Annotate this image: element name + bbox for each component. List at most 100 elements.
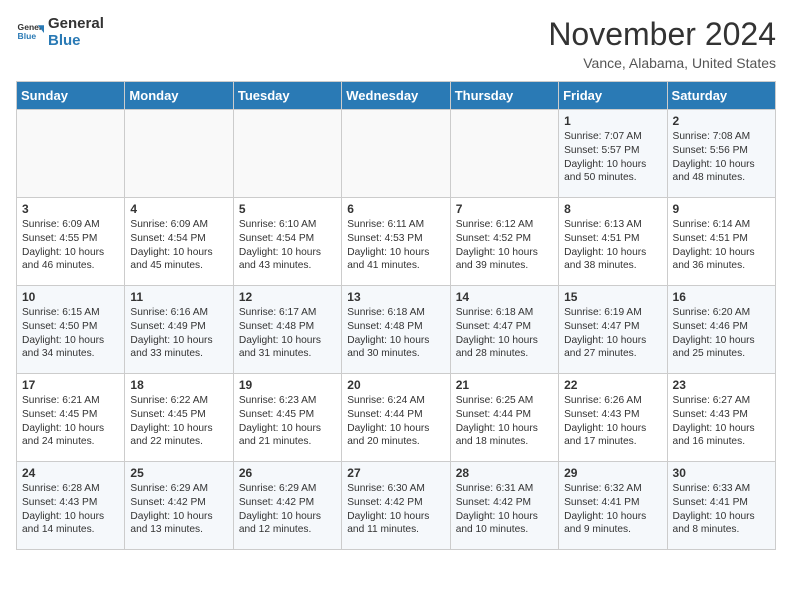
day-number: 16 — [673, 290, 770, 304]
calendar-cell: 14Sunrise: 6:18 AM Sunset: 4:47 PM Dayli… — [450, 286, 558, 374]
calendar-cell — [450, 110, 558, 198]
day-number: 23 — [673, 378, 770, 392]
day-number: 28 — [456, 466, 553, 480]
day-content: Sunrise: 6:29 AM Sunset: 4:42 PM Dayligh… — [239, 482, 336, 537]
day-content: Sunrise: 6:23 AM Sunset: 4:45 PM Dayligh… — [239, 394, 336, 449]
day-content: Sunrise: 6:09 AM Sunset: 4:55 PM Dayligh… — [22, 218, 119, 273]
logo-text: General Blue — [48, 16, 104, 49]
day-content: Sunrise: 6:17 AM Sunset: 4:48 PM Dayligh… — [239, 306, 336, 361]
day-number: 21 — [456, 378, 553, 392]
day-content: Sunrise: 6:20 AM Sunset: 4:46 PM Dayligh… — [673, 306, 770, 361]
calendar-cell: 1 Sunrise: 7:07 AM Sunset: 5:57 PM Daylig… — [559, 110, 667, 198]
day-number: 2 — [673, 114, 770, 128]
day-content: Sunrise: 6:32 AM Sunset: 4:41 PM Dayligh… — [564, 482, 661, 537]
logo-icon: General Blue — [16, 19, 44, 47]
day-number: 25 — [130, 466, 227, 480]
calendar-cell: 9 Sunrise: 6:14 AM Sunset: 4:51 PM Daylig… — [667, 198, 775, 286]
calendar-cell — [233, 110, 341, 198]
calendar-week-row: 1 Sunrise: 7:07 AM Sunset: 5:57 PM Daylig… — [17, 110, 776, 198]
calendar-cell: 25 Sunrise: 6:29 AM Sunset: 4:42 PM Dayli… — [125, 462, 233, 550]
day-number: 4 — [130, 202, 227, 216]
day-content: Sunrise: 6:14 AM Sunset: 4:51 PM Dayligh… — [673, 218, 770, 273]
calendar-cell: 26 Sunrise: 6:29 AM Sunset: 4:42 PM Dayli… — [233, 462, 341, 550]
day-number: 9 — [673, 202, 770, 216]
calendar-cell: 10Sunrise: 6:15 AM Sunset: 4:50 PM Dayli… — [17, 286, 125, 374]
day-number: 13 — [347, 290, 444, 304]
day-content: Sunrise: 6:12 AM Sunset: 4:52 PM Dayligh… — [456, 218, 553, 273]
day-number: 1 — [564, 114, 661, 128]
day-number: 12 — [239, 290, 336, 304]
day-number: 20 — [347, 378, 444, 392]
day-content: Sunrise: 6:24 AM Sunset: 4:44 PM Dayligh… — [347, 394, 444, 449]
calendar-cell: 6 Sunrise: 6:11 AM Sunset: 4:53 PM Daylig… — [342, 198, 450, 286]
day-number: 5 — [239, 202, 336, 216]
day-content: Sunrise: 6:18 AM Sunset: 4:47 PM Dayligh… — [456, 306, 553, 361]
calendar-cell: 2 Sunrise: 7:08 AM Sunset: 5:56 PM Daylig… — [667, 110, 775, 198]
calendar-cell — [17, 110, 125, 198]
calendar-cell: 11 Sunrise: 6:16 AM Sunset: 4:49 PM Dayli… — [125, 286, 233, 374]
day-content: Sunrise: 6:31 AM Sunset: 4:42 PM Dayligh… — [456, 482, 553, 537]
day-content: Sunrise: 6:15 AM Sunset: 4:50 PM Dayligh… — [22, 306, 119, 361]
calendar-week-row: 3 Sunrise: 6:09 AM Sunset: 4:55 PM Daylig… — [17, 198, 776, 286]
day-number: 29 — [564, 466, 661, 480]
day-number: 15 — [564, 290, 661, 304]
day-number: 26 — [239, 466, 336, 480]
calendar-cell: 7 Sunrise: 6:12 AM Sunset: 4:52 PM Daylig… — [450, 198, 558, 286]
calendar-cell: 23 Sunrise: 6:27 AM Sunset: 4:43 PM Dayli… — [667, 374, 775, 462]
calendar-cell: 8 Sunrise: 6:13 AM Sunset: 4:51 PM Daylig… — [559, 198, 667, 286]
svg-text:Blue: Blue — [18, 31, 37, 41]
weekday-header-monday: Monday — [125, 82, 233, 110]
day-content: Sunrise: 6:16 AM Sunset: 4:49 PM Dayligh… — [130, 306, 227, 361]
logo-line1: General — [48, 16, 104, 33]
day-number: 24 — [22, 466, 119, 480]
calendar-cell: 15 Sunrise: 6:19 AM Sunset: 4:47 PM Dayli… — [559, 286, 667, 374]
weekday-header-sunday: Sunday — [17, 82, 125, 110]
day-content: Sunrise: 6:27 AM Sunset: 4:43 PM Dayligh… — [673, 394, 770, 449]
day-content: Sunrise: 6:13 AM Sunset: 4:51 PM Dayligh… — [564, 218, 661, 273]
day-content: Sunrise: 6:29 AM Sunset: 4:42 PM Dayligh… — [130, 482, 227, 537]
calendar-week-row: 24 Sunrise: 6:28 AM Sunset: 4:43 PM Dayli… — [17, 462, 776, 550]
day-content: Sunrise: 6:26 AM Sunset: 4:43 PM Dayligh… — [564, 394, 661, 449]
calendar-cell: 3 Sunrise: 6:09 AM Sunset: 4:55 PM Daylig… — [17, 198, 125, 286]
day-content: Sunrise: 6:21 AM Sunset: 4:45 PM Dayligh… — [22, 394, 119, 449]
day-number: 11 — [130, 290, 227, 304]
location: Vance, Alabama, United States — [548, 55, 776, 71]
day-number: 18 — [130, 378, 227, 392]
day-number: 30 — [673, 466, 770, 480]
calendar-cell: 12 Sunrise: 6:17 AM Sunset: 4:48 PM Dayli… — [233, 286, 341, 374]
calendar-cell: 29 Sunrise: 6:32 AM Sunset: 4:41 PM Dayli… — [559, 462, 667, 550]
day-content: Sunrise: 6:33 AM Sunset: 4:41 PM Dayligh… — [673, 482, 770, 537]
weekday-header-tuesday: Tuesday — [233, 82, 341, 110]
day-content: Sunrise: 6:28 AM Sunset: 4:43 PM Dayligh… — [22, 482, 119, 537]
day-number: 27 — [347, 466, 444, 480]
weekday-header-friday: Friday — [559, 82, 667, 110]
day-number: 8 — [564, 202, 661, 216]
page-header: General Blue General Blue November 2024 … — [16, 16, 776, 71]
month-title: November 2024 — [548, 16, 776, 53]
day-content: Sunrise: 6:09 AM Sunset: 4:54 PM Dayligh… — [130, 218, 227, 273]
day-number: 7 — [456, 202, 553, 216]
day-content: Sunrise: 6:18 AM Sunset: 4:48 PM Dayligh… — [347, 306, 444, 361]
day-content: Sunrise: 7:08 AM Sunset: 5:56 PM Dayligh… — [673, 130, 770, 185]
calendar-cell: 28 Sunrise: 6:31 AM Sunset: 4:42 PM Dayli… — [450, 462, 558, 550]
title-block: November 2024 Vance, Alabama, United Sta… — [548, 16, 776, 71]
calendar-cell: 17 Sunrise: 6:21 AM Sunset: 4:45 PM Dayli… — [17, 374, 125, 462]
calendar-cell — [342, 110, 450, 198]
calendar-cell: 19 Sunrise: 6:23 AM Sunset: 4:45 PM Dayli… — [233, 374, 341, 462]
day-number: 3 — [22, 202, 119, 216]
day-number: 17 — [22, 378, 119, 392]
calendar-week-row: 17 Sunrise: 6:21 AM Sunset: 4:45 PM Dayli… — [17, 374, 776, 462]
logo-line2: Blue — [48, 33, 104, 50]
day-content: Sunrise: 6:19 AM Sunset: 4:47 PM Dayligh… — [564, 306, 661, 361]
day-number: 6 — [347, 202, 444, 216]
calendar-cell: 22Sunrise: 6:26 AM Sunset: 4:43 PM Dayli… — [559, 374, 667, 462]
day-content: Sunrise: 6:11 AM Sunset: 4:53 PM Dayligh… — [347, 218, 444, 273]
calendar-cell — [125, 110, 233, 198]
logo: General Blue General Blue — [16, 16, 104, 49]
calendar-table: SundayMondayTuesdayWednesdayThursdayFrid… — [16, 81, 776, 550]
calendar-cell: 27 Sunrise: 6:30 AM Sunset: 4:42 PM Dayli… — [342, 462, 450, 550]
day-content: Sunrise: 6:30 AM Sunset: 4:42 PM Dayligh… — [347, 482, 444, 537]
day-number: 19 — [239, 378, 336, 392]
day-content: Sunrise: 6:25 AM Sunset: 4:44 PM Dayligh… — [456, 394, 553, 449]
day-content: Sunrise: 7:07 AM Sunset: 5:57 PM Dayligh… — [564, 130, 661, 185]
